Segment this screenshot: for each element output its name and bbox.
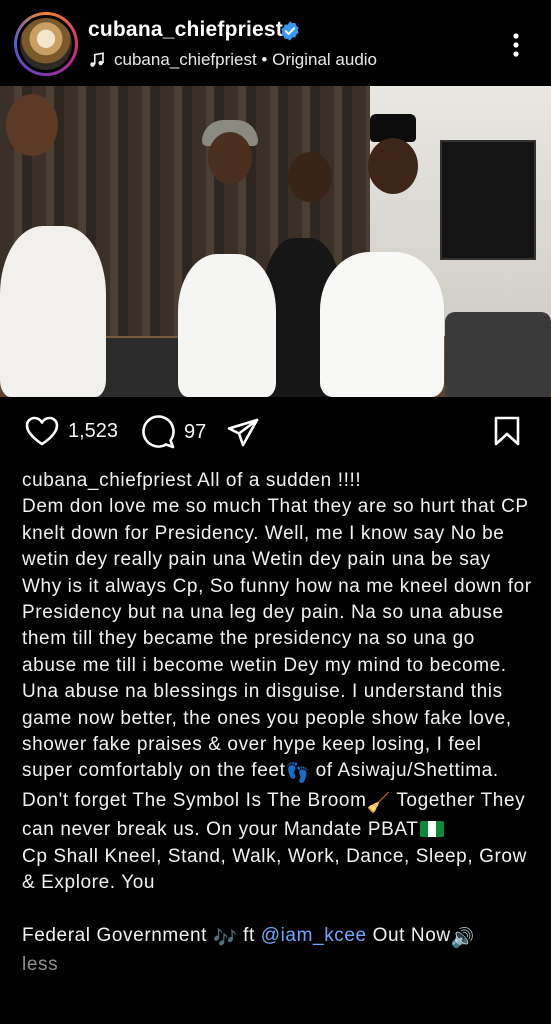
avatar-image [17, 15, 75, 73]
person-white-outfit-left [0, 226, 106, 397]
sofa [445, 312, 551, 397]
music-notes-emoji: 🎶 [212, 927, 238, 949]
person-head [288, 152, 332, 202]
bookmark-icon [494, 416, 520, 446]
mention-link[interactable]: @iam_kcee [261, 925, 367, 946]
audio-attribution[interactable]: cubana_chiefpriest • Original audio [88, 50, 377, 70]
share-button[interactable] [226, 417, 260, 449]
caption-text: Cp Shall Kneel, Stand, Walk, Work, Dance… [22, 845, 527, 894]
heart-icon [25, 416, 59, 446]
comment-icon [142, 415, 175, 449]
person-white-outfit-right [320, 252, 444, 397]
person-head [368, 138, 418, 194]
caption-username[interactable]: cubana_chiefpriest [22, 470, 192, 491]
likes-count[interactable]: 1,523 [68, 420, 118, 443]
like-button[interactable]: 1,523 [24, 415, 118, 447]
post-actions: 1,523 97 [0, 397, 551, 467]
feet-emoji: 👣 [285, 763, 310, 785]
television [440, 140, 536, 260]
post-video[interactable] [0, 86, 551, 397]
caption-text: All of a sudden !!!! [192, 470, 362, 491]
person-head [208, 132, 252, 184]
post-header: cubana_chiefpriest cubana_chiefpriest • … [0, 0, 551, 86]
speaker-emoji: 🔊 [450, 927, 475, 949]
comment-button[interactable]: 97 [140, 415, 206, 449]
save-button[interactable] [492, 415, 522, 447]
music-note-icon [90, 52, 104, 67]
person-white-outfit-cap [178, 254, 276, 397]
caption-text: Dem don love me so much That they are so… [22, 496, 532, 782]
instagram-reel-post: cubana_chiefpriest cubana_chiefpriest • … [0, 0, 551, 1024]
nigeria-flag-icon [420, 821, 445, 838]
avatar[interactable] [14, 12, 78, 76]
username[interactable]: cubana_chiefpriest [88, 18, 283, 42]
caption-text: Federal Government [22, 924, 213, 946]
caption-text: ft [237, 924, 261, 946]
caption-text: Out Now [366, 924, 451, 946]
post-caption: cubana_chiefpriest All of a sudden !!!! … [22, 468, 534, 979]
less-button[interactable]: less [22, 954, 58, 975]
share-icon [227, 418, 259, 447]
broom-emoji: 🧹 [366, 792, 391, 814]
comments-count[interactable]: 97 [184, 421, 206, 444]
person-head [6, 94, 58, 156]
verified-badge-icon [281, 21, 299, 41]
audio-label: cubana_chiefpriest • Original audio [114, 50, 378, 69]
more-options-icon[interactable] [506, 30, 526, 60]
